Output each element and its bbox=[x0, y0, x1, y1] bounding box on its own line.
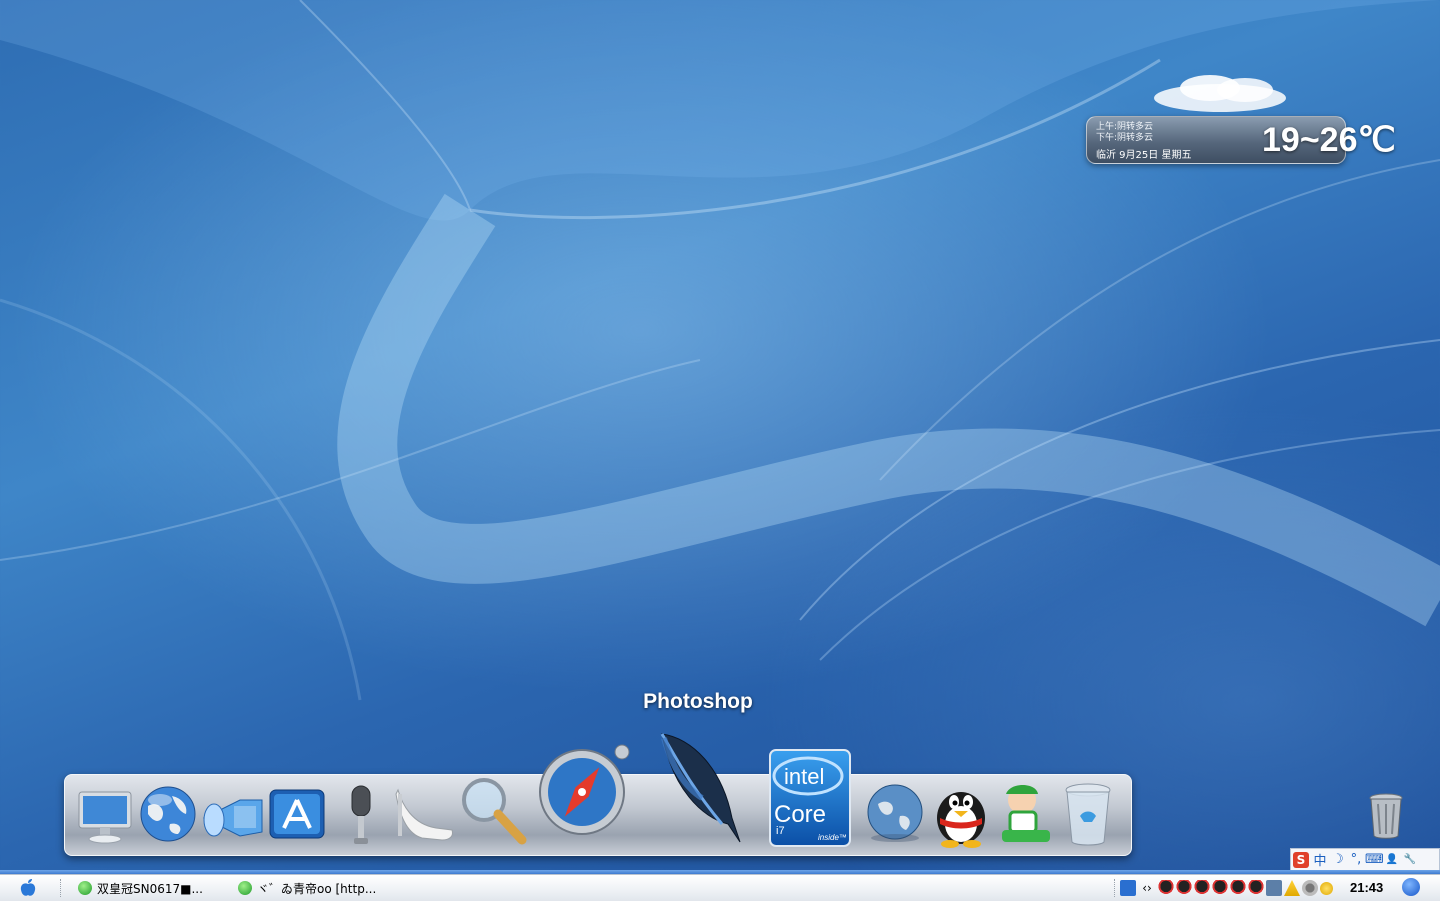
status-icon[interactable] bbox=[1320, 881, 1333, 895]
earth-globe-icon[interactable] bbox=[862, 782, 928, 844]
ime-punctuation-icon[interactable]: °, bbox=[1347, 852, 1365, 867]
weather-morning: 上午:阴转多云 bbox=[1096, 122, 1154, 132]
chat-app-icon bbox=[238, 881, 252, 895]
weather-temperature: 19~26℃ bbox=[1262, 121, 1396, 159]
high-heel-icon[interactable] bbox=[392, 784, 456, 844]
photoshop-feather-icon[interactable] bbox=[652, 728, 746, 848]
intel-core-text: Core bbox=[774, 801, 826, 828]
qq-tray-icon[interactable] bbox=[1230, 880, 1246, 896]
qq-tray-icon[interactable] bbox=[1248, 880, 1264, 896]
task-button-2[interactable]: ヾ゛ゐ青帝oo [http... bbox=[238, 878, 376, 898]
system-tray: ‹› bbox=[1120, 878, 1333, 898]
computer-tray-icon[interactable] bbox=[1266, 880, 1282, 896]
cloud-icon bbox=[1154, 75, 1286, 112]
sogou-logo-icon[interactable]: S bbox=[1293, 851, 1309, 868]
ime-halfwidth-icon[interactable]: ☽ bbox=[1329, 852, 1347, 867]
intel-brand-text: intel bbox=[784, 764, 824, 789]
weather-afternoon: 下午:阴转多云 bbox=[1096, 133, 1154, 143]
taskbar-separator bbox=[1114, 879, 1116, 897]
ime-keyboard-icon[interactable]: ⌨ bbox=[1365, 852, 1384, 867]
network-icon[interactable] bbox=[1120, 880, 1136, 896]
ime-user-icon[interactable]: 👤 bbox=[1383, 854, 1401, 865]
ime-mode-toggle[interactable]: 中 bbox=[1311, 850, 1329, 869]
intel-core-i7-icon[interactable]: intel Core i7 inside™ bbox=[768, 748, 852, 848]
task-button-label: ヾ゛ゐ青帝oo [http... bbox=[257, 881, 377, 896]
chat-app-icon bbox=[78, 881, 92, 895]
flashlight-icon[interactable] bbox=[200, 792, 266, 844]
display-monitor-icon[interactable] bbox=[76, 788, 134, 846]
globe-icon[interactable] bbox=[138, 784, 198, 844]
taskbar-clock[interactable]: 21:43 bbox=[1350, 880, 1383, 895]
qq-penguin-icon[interactable] bbox=[932, 780, 990, 848]
dock-hover-label: Photoshop bbox=[643, 690, 753, 713]
qq-tray-icon[interactable] bbox=[1158, 880, 1174, 896]
volume-icon[interactable] bbox=[1302, 880, 1318, 896]
task-button-1[interactable]: 双皇冠SN0617■... bbox=[78, 878, 203, 898]
warning-icon[interactable] bbox=[1284, 880, 1300, 896]
ime-tool-icon[interactable]: 🔧 bbox=[1401, 854, 1419, 865]
apple-icon bbox=[20, 879, 36, 896]
weather-city-date: 临沂 9月25日 星期五 bbox=[1096, 150, 1192, 161]
intel-inside-text: inside™ bbox=[818, 833, 847, 842]
taskbar: 双皇冠SN0617■... ヾ゛ゐ青帝oo [http... ‹› 21:43 bbox=[0, 874, 1440, 901]
task-button-label: 双皇冠SN0617■... bbox=[97, 881, 203, 896]
app-store-icon[interactable] bbox=[266, 786, 328, 844]
trash-icon[interactable] bbox=[1062, 782, 1114, 848]
magnifier-icon[interactable] bbox=[458, 774, 528, 846]
search-icon[interactable] bbox=[1402, 878, 1420, 896]
qq-tray-icon[interactable] bbox=[1194, 880, 1210, 896]
desktop-recycle-bin-icon[interactable] bbox=[1366, 792, 1406, 840]
mascot-icon[interactable] bbox=[996, 780, 1056, 846]
taskbar-separator bbox=[60, 879, 62, 897]
intel-model-text: i7 bbox=[776, 825, 785, 837]
apple-start-button[interactable] bbox=[18, 878, 38, 898]
qq-tray-icon[interactable] bbox=[1212, 880, 1228, 896]
qq-tray-icon[interactable] bbox=[1176, 880, 1192, 896]
tray-expand-icon[interactable]: ‹› bbox=[1138, 880, 1156, 896]
ime-toolbar[interactable]: S 中 ☽ °, ⌨ 👤 🔧 bbox=[1290, 848, 1440, 871]
safari-compass-icon[interactable] bbox=[538, 742, 630, 840]
microphone-icon[interactable] bbox=[344, 782, 378, 848]
